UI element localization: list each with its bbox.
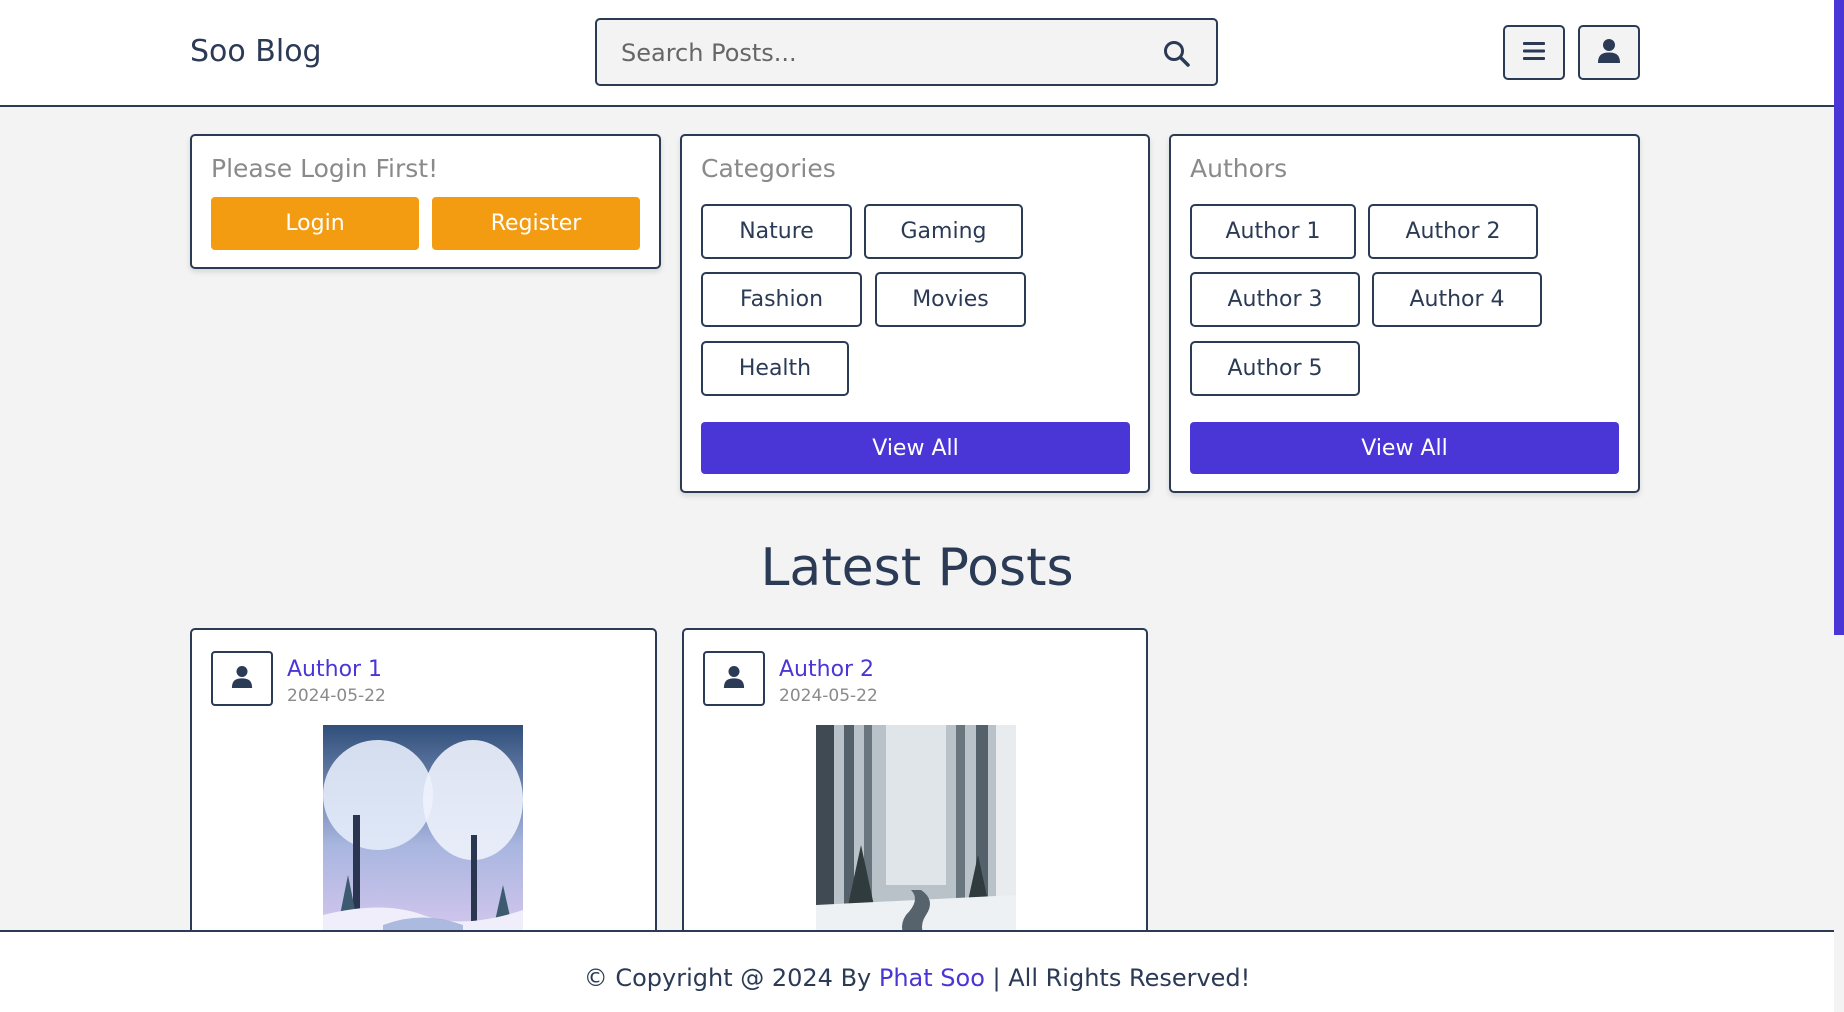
post-image[interactable] [323,725,523,945]
avatar[interactable] [211,651,273,706]
user-button[interactable] [1578,25,1640,80]
authors-title: Authors [1190,154,1288,183]
categories-title: Categories [701,154,836,183]
post-date: 2024-05-22 [287,686,386,706]
site-footer: © Copyright @ 2024 By Phat Soo | All Rig… [0,930,1834,1012]
category-tag-movies[interactable]: Movies [875,272,1026,327]
login-box: Please Login First! Login Register [190,134,661,269]
site-logo[interactable]: Soo Blog [190,34,322,69]
avatar[interactable] [703,651,765,706]
author-tag-4[interactable]: Author 4 [1372,272,1542,327]
user-icon [723,664,745,694]
post-author-link[interactable]: Author 2 [779,657,874,682]
author-tag-3[interactable]: Author 3 [1190,272,1360,327]
post-card[interactable]: Author 2 2024-05-22 [682,628,1148,948]
post-author-link[interactable]: Author 1 [287,657,382,682]
scrollbar[interactable] [1834,0,1844,635]
authors-view-all-button[interactable]: View All [1190,422,1619,474]
category-tag-health[interactable]: Health [701,341,849,396]
category-tag-gaming[interactable]: Gaming [864,204,1023,259]
login-prompt: Please Login First! [211,154,439,183]
post-image[interactable] [816,725,1016,945]
login-button[interactable]: Login [211,197,419,250]
search-input[interactable] [619,32,1143,74]
footer-prefix: © Copyright @ 2024 By [583,964,879,992]
post-card[interactable]: Author 1 2024-05-22 [190,628,657,948]
author-tag-5[interactable]: Author 5 [1190,341,1360,396]
user-icon [1597,38,1621,68]
hamburger-menu-icon [1522,40,1546,66]
menu-button[interactable] [1503,25,1565,80]
site-header: Soo Blog [0,0,1834,107]
author-tag-2[interactable]: Author 2 [1368,204,1538,259]
user-icon [231,664,253,694]
authors-box: Authors Author 1 Author 2 Author 3 Autho… [1169,134,1640,493]
category-tag-fashion[interactable]: Fashion [701,272,862,327]
category-tag-nature[interactable]: Nature [701,204,852,259]
categories-box: Categories Nature Gaming Fashion Movies … [680,134,1150,493]
latest-posts-heading: Latest Posts [760,538,1074,598]
search-icon[interactable] [1162,39,1192,69]
footer-suffix: | All Rights Reserved! [984,964,1251,992]
search-bar [595,18,1218,86]
footer-author-link[interactable]: Phat Soo [879,964,985,992]
categories-view-all-button[interactable]: View All [701,422,1130,474]
footer-copyright: © Copyright @ 2024 By Phat Soo | All Rig… [0,964,1834,992]
author-tag-1[interactable]: Author 1 [1190,204,1356,259]
register-button[interactable]: Register [432,197,640,250]
post-date: 2024-05-22 [779,686,878,706]
